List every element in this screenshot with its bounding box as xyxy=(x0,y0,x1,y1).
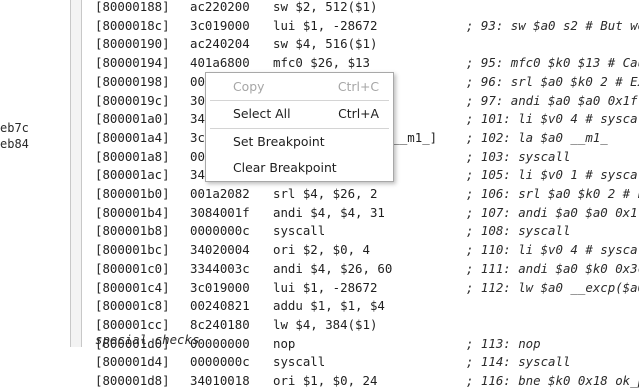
code-instruction: sw $2, 512($1) xyxy=(273,0,378,14)
registers-pane: eb7c eb84 xyxy=(0,0,70,347)
code-address: [800001d4] xyxy=(95,354,170,370)
code-word: 0000000c xyxy=(190,354,250,370)
code-address: [800001c8] xyxy=(95,298,170,314)
code-address: [800001b8] xyxy=(95,223,170,239)
menu-item-select-all[interactable]: Select All Ctrl+A xyxy=(233,103,383,125)
code-address: [800001a8] xyxy=(95,148,170,164)
code-address: [800001a0] xyxy=(95,111,170,127)
code-comment: ; 96: srl $a0 $k0 2 # Ex xyxy=(466,73,639,89)
menu-separator xyxy=(210,128,389,129)
code-comment: ; 103: syscall xyxy=(466,148,571,164)
code-comment: ; 105: li $v0 1 # syscal xyxy=(466,167,639,183)
code-comment: ; 93: sw $a0 s2 # But we xyxy=(466,17,639,33)
code-word: 34020004 xyxy=(190,242,250,258)
code-word: 3344003c xyxy=(190,260,250,276)
code-word: 3c019000 xyxy=(190,279,250,295)
code-word: 34010018 xyxy=(190,373,250,388)
code-word: 001a2082 xyxy=(190,186,250,201)
code-instruction: andi $4, $4, 31 xyxy=(273,204,385,220)
code-comment: ; 106: srl $a0 $k0 2 # E xyxy=(466,186,639,201)
code-instruction: lw $4, 384($1) xyxy=(273,316,378,332)
code-address: [80000194] xyxy=(95,55,170,71)
code-comment: ; 102: la $a0 __m1_ xyxy=(466,129,608,145)
code-instruction: syscall xyxy=(273,223,326,239)
menu-item-clear-breakpoint[interactable]: Clear Breakpoint xyxy=(233,157,383,179)
code-word: 3084001f xyxy=(190,204,250,220)
pane-splitter[interactable] xyxy=(70,0,82,347)
code-comment: ; 116: bne $k0 0x18 ok_p xyxy=(466,373,639,388)
code-address: [800001bc] xyxy=(95,242,170,258)
code-instruction: nop xyxy=(273,335,296,351)
menu-item-label: Select All xyxy=(233,106,291,121)
code-comment: ; 114: syscall xyxy=(466,354,571,370)
menu-item-label: Clear Breakpoint xyxy=(233,160,337,175)
code-address: [800001ac] xyxy=(95,167,170,183)
code-comment: ; 110: li $v0 4 # syscal xyxy=(466,242,639,258)
code-instruction: andi $4, $26, 60 xyxy=(273,260,393,276)
code-word: ac220200 xyxy=(190,0,250,14)
code-comment: ; 108: syscall xyxy=(466,223,571,239)
menu-separator xyxy=(210,100,389,101)
menu-item-set-breakpoint[interactable]: Set Breakpoint xyxy=(233,131,383,153)
code-word: 00240821 xyxy=(190,298,250,314)
code-word: 401a6800 xyxy=(190,55,250,71)
menu-item-label: Copy xyxy=(233,79,265,94)
code-instruction: mfc0 $26, $13 xyxy=(273,55,370,71)
menu-item-shortcut: Ctrl+A xyxy=(338,106,379,121)
register-value: eb84 xyxy=(0,137,29,151)
code-address: [80000190] xyxy=(95,36,170,52)
code-instruction: srl $4, $26, 2 xyxy=(273,186,378,201)
code-comment: ; 113: nop xyxy=(466,335,541,351)
code-comment: ; 97: andi $a0 $a0 0x1f xyxy=(466,92,638,108)
code-instruction: syscall xyxy=(273,354,326,370)
code-word: ac240204 xyxy=(190,36,250,52)
code-address: [8000019c] xyxy=(95,92,170,108)
code-address: [80000198] xyxy=(95,73,170,89)
code-instruction: addu $1, $1, $4 xyxy=(273,298,385,314)
code-address: [800001c4] xyxy=(95,279,170,295)
code-word: 0000000c xyxy=(190,223,250,239)
code-instruction: lui $1, -28672 xyxy=(273,17,378,33)
code-address: [80000188] xyxy=(95,0,170,14)
menu-item-copy[interactable]: Copy Ctrl+C xyxy=(233,76,383,98)
code-word: 3c019000 xyxy=(190,17,250,33)
code-comment: ; 107: andi $a0 $a0 0x1f xyxy=(466,204,639,220)
code-address: [800001a4] xyxy=(95,129,170,145)
code-address: [800001c0] xyxy=(95,260,170,276)
menu-item-shortcut: Ctrl+C xyxy=(337,79,379,94)
code-address: [800001b0] xyxy=(95,186,170,201)
menu-item-label: Set Breakpoint xyxy=(233,134,325,149)
code-address: [800001b4] xyxy=(95,204,170,220)
register-value: eb7c xyxy=(0,121,29,135)
code-comment: ; 95: mfc0 $k0 $13 # Cau xyxy=(466,55,639,71)
code-address: [8000018c] xyxy=(95,17,170,33)
code-instruction: ori $2, $0, 4 xyxy=(273,242,370,258)
code-instruction: sw $4, 516($1) xyxy=(273,36,378,52)
code-address: [800001d8] xyxy=(95,373,170,388)
context-menu: Copy Ctrl+C Select All Ctrl+A Set Breakp… xyxy=(205,72,394,182)
code-comment: ; 111: andi $a0 $k0 0x3c xyxy=(466,260,639,276)
code-comment: ; 112: lw $a0 __excp($a0 xyxy=(466,279,639,295)
code-comment: ; 101: li $v0 4 # syscal xyxy=(466,111,639,127)
code-instruction: ori $1, $0, 24 xyxy=(273,373,378,388)
code-instruction: lui $1, -28672 xyxy=(273,279,378,295)
